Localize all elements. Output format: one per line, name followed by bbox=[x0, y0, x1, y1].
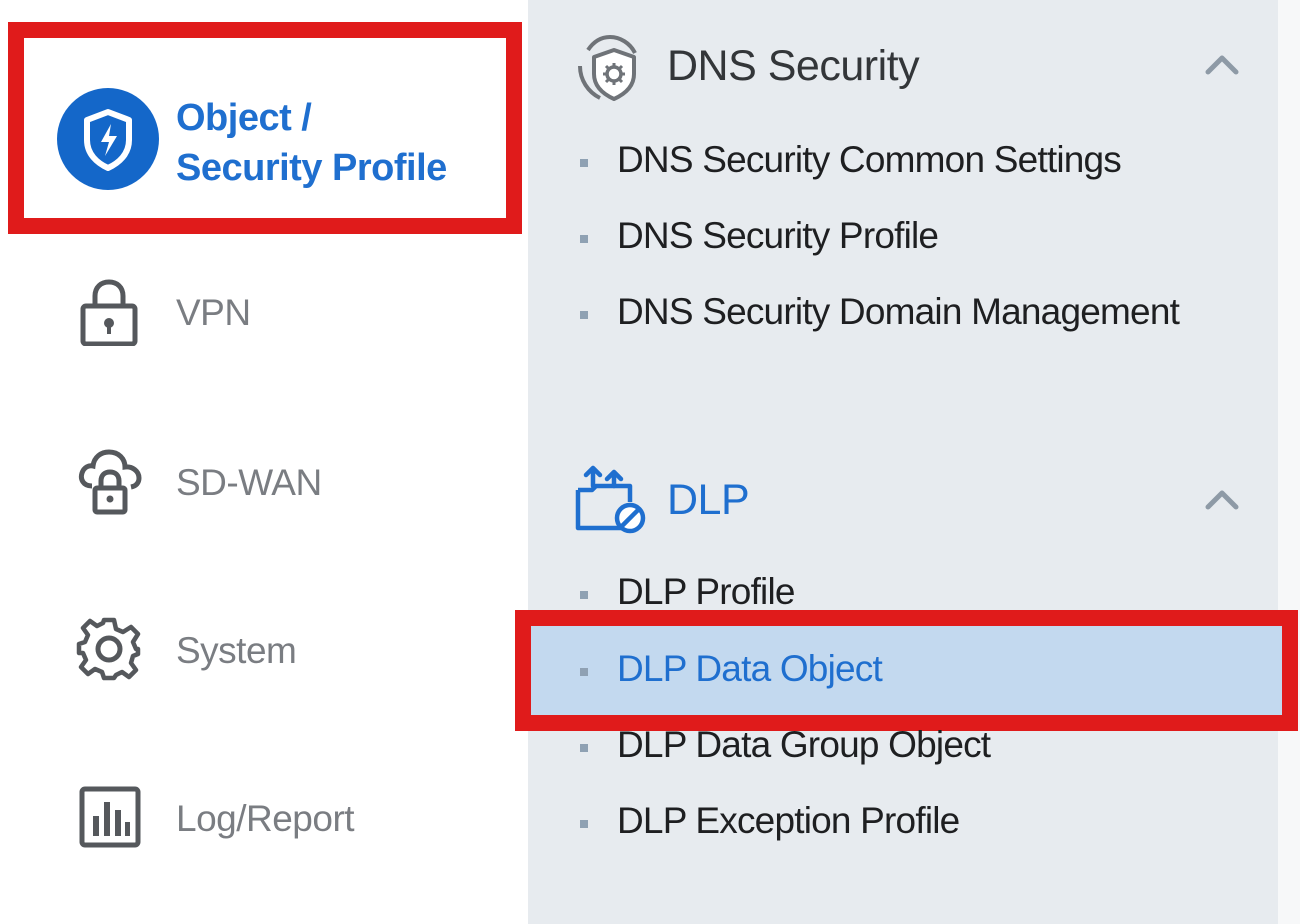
submenu-item-dlp-profile[interactable]: DLP Profile bbox=[528, 562, 1278, 626]
nav-item-log-report[interactable]: Log/Report bbox=[0, 776, 528, 866]
nav-label-system: System bbox=[176, 630, 297, 671]
scrollbar[interactable] bbox=[1278, 0, 1300, 924]
dlp-folder-icon bbox=[574, 462, 648, 541]
bullet bbox=[580, 668, 588, 676]
dns-security-icon bbox=[574, 32, 642, 109]
nav-label-sd-wan: SD-WAN bbox=[176, 462, 322, 503]
nav-item-vpn[interactable]: VPN bbox=[0, 270, 528, 360]
submenu-item-dlp-data-object[interactable]: DLP Data Object bbox=[531, 639, 1282, 703]
submenu-item-dns-security-profile[interactable]: DNS Security Profile bbox=[528, 206, 1278, 270]
nav-label-vpn: VPN bbox=[176, 292, 251, 333]
lock-icon bbox=[78, 276, 140, 351]
bullet bbox=[580, 159, 588, 167]
submenu-item-dlp-data-group-object[interactable]: DLP Data Group Object bbox=[528, 715, 1278, 779]
bullet bbox=[580, 591, 588, 599]
cloud-lock-icon bbox=[76, 446, 144, 521]
nav-label-line1: Object / bbox=[176, 97, 312, 139]
submenu-item-dns-security-common-settings[interactable]: DNS Security Common Settings bbox=[528, 130, 1278, 194]
submenu-item-dlp-exception-profile[interactable]: DLP Exception Profile bbox=[528, 791, 1278, 855]
bullet bbox=[580, 744, 588, 752]
bullet bbox=[580, 235, 588, 243]
chevron-up-icon[interactable] bbox=[1205, 53, 1239, 80]
submenu-item-label: DLP Exception Profile bbox=[617, 800, 960, 841]
section-header-dns-security[interactable]: DNS Security bbox=[528, 28, 1278, 108]
nav-label-line2: Security Profile bbox=[176, 147, 447, 189]
nav-label-log-report: Log/Report bbox=[176, 798, 355, 839]
gear-icon bbox=[76, 616, 142, 687]
nav-item-system[interactable]: System bbox=[0, 608, 528, 698]
chevron-up-icon[interactable] bbox=[1205, 488, 1239, 515]
submenu-item-label: DLP Data Group Object bbox=[617, 724, 991, 765]
submenu-item-label: DNS Security Profile bbox=[617, 215, 939, 256]
submenu-item-label: DLP Profile bbox=[617, 571, 795, 612]
submenu-item-label: DNS Security Common Settings bbox=[617, 139, 1122, 180]
section-header-dlp[interactable]: DLP bbox=[528, 460, 1278, 540]
left-nav: Object / Security Profile VPN SD-WAN Sys… bbox=[0, 0, 528, 924]
shield-icon bbox=[57, 88, 159, 190]
bullet bbox=[580, 311, 588, 319]
bar-chart-icon bbox=[79, 786, 141, 853]
section-title-dns-security: DNS Security bbox=[667, 42, 920, 90]
submenu-item-dns-security-domain-management[interactable]: DNS Security Domain Management bbox=[528, 282, 1278, 346]
nav-item-sd-wan[interactable]: SD-WAN bbox=[0, 440, 528, 530]
submenu-item-label: DNS Security Domain Management bbox=[617, 291, 1180, 332]
section-title-dlp: DLP bbox=[667, 476, 750, 524]
nav-item-label-object-security-profile: Object / Security Profile bbox=[176, 93, 447, 193]
bullet bbox=[580, 820, 588, 828]
submenu-item-label: DLP Data Object bbox=[617, 648, 883, 689]
